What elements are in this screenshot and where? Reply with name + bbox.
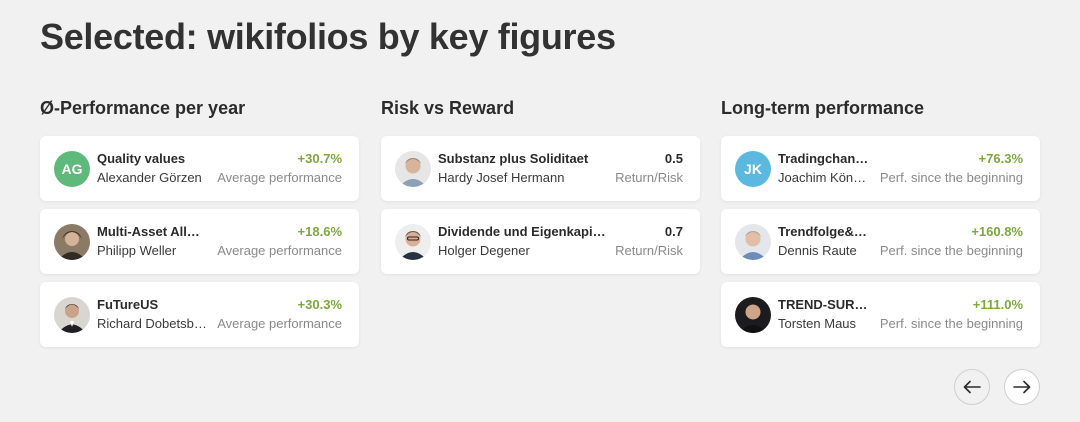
column-title: Long-term performance (721, 98, 925, 118)
person-photo-icon (395, 150, 431, 187)
person-photo-icon (54, 223, 90, 260)
person-photo-icon (735, 223, 771, 260)
wikifolio-name[interactable]: TREND-SUR… (778, 296, 874, 314)
wikifolio-name[interactable]: Tradingchan… (778, 150, 874, 168)
wikifolio-name[interactable]: FuTureUS (97, 296, 211, 314)
column-risk-vs-reward: Risk vs Reward Substanz plus Soliditaet … (381, 96, 700, 282)
carousel-next-button[interactable] (1004, 369, 1040, 405)
column-performance-per-year: Ø-Performance per year AG Quality values… (40, 96, 359, 355)
metric-value: +30.3% (297, 297, 342, 312)
person-photo-icon (395, 223, 431, 260)
metric-label: Perf. since the beginning (879, 243, 1023, 258)
metric-label: Average performance (217, 243, 342, 258)
trader-name: Philipp Weller (97, 243, 177, 258)
column-title: Risk vs Reward (381, 98, 515, 118)
metric-value: +76.3% (978, 151, 1023, 166)
metric-value: +30.7% (297, 151, 342, 166)
trader-name: Dennis Raute (778, 243, 857, 258)
arrow-left-icon (963, 380, 981, 394)
avatar: AG (54, 150, 90, 187)
metric-label: Return/Risk (615, 170, 683, 185)
carousel-prev-button[interactable] (954, 369, 990, 405)
wikifolio-card[interactable]: TREND-SUR… Torsten Maus +111.0% Perf. si… (721, 282, 1040, 347)
trader-name: Holger Degener (438, 243, 530, 258)
wikifolio-card[interactable]: Dividende und Eigenkapi… Holger Degener … (381, 209, 700, 274)
trader-name: Torsten Maus (778, 316, 857, 331)
person-photo-icon (735, 296, 771, 333)
wikifolio-name[interactable]: Trendfolge&… (778, 223, 874, 241)
wikifolio-card[interactable]: AG Quality values Alexander Görzen +30.7… (40, 136, 359, 201)
wikifolio-name[interactable]: Multi-Asset All… (97, 223, 211, 241)
column-title: Ø-Performance per year (40, 98, 246, 118)
person-photo-icon (54, 296, 90, 333)
wikifolio-card[interactable]: Substanz plus Soliditaet Hardy Josef Her… (381, 136, 700, 201)
arrow-right-icon (1013, 380, 1031, 394)
trader-name: Joachim Kön… (778, 170, 867, 185)
metric-label: Average performance (217, 170, 342, 185)
metric-value: +160.8% (971, 224, 1023, 239)
wikifolio-name[interactable]: Dividende und Eigenkapi… (438, 223, 609, 241)
metric-value: +18.6% (297, 224, 342, 239)
wikifolio-card[interactable]: Multi-Asset All… Philipp Weller +18.6% A… (40, 209, 359, 274)
wikifolio-name[interactable]: Quality values (97, 150, 211, 168)
metric-label: Perf. since the beginning (879, 316, 1023, 331)
metric-value: +111.0% (972, 297, 1023, 312)
metric-label: Perf. since the beginning (879, 170, 1023, 185)
trader-name: Hardy Josef Hermann (438, 170, 565, 185)
metric-value: 0.7 (664, 224, 683, 239)
trader-name: Richard Dobetsb… (97, 316, 207, 331)
metric-label: Average performance (217, 316, 342, 331)
wikifolio-card[interactable]: JK Tradingchan… Joachim Kön… +76.3% Perf… (721, 136, 1040, 201)
page-title: Selected: wikifolios by key figures (40, 16, 616, 57)
trader-name: Alexander Görzen (97, 170, 202, 185)
wikifolio-card[interactable]: Trendfolge&… Dennis Raute +160.8% Perf. … (721, 209, 1040, 274)
wikifolio-card[interactable]: FuTureUS Richard Dobetsb… +30.3% Average… (40, 282, 359, 347)
wikifolio-name[interactable]: Substanz plus Soliditaet (438, 150, 609, 168)
column-long-term-performance: Long-term performance JK Tradingchan… Jo… (721, 96, 1040, 355)
avatar: JK (735, 150, 771, 187)
metric-label: Return/Risk (615, 243, 683, 258)
metric-value: 0.5 (664, 151, 683, 166)
avatar-initials: JK (744, 160, 762, 177)
avatar-initials: AG (61, 160, 83, 177)
